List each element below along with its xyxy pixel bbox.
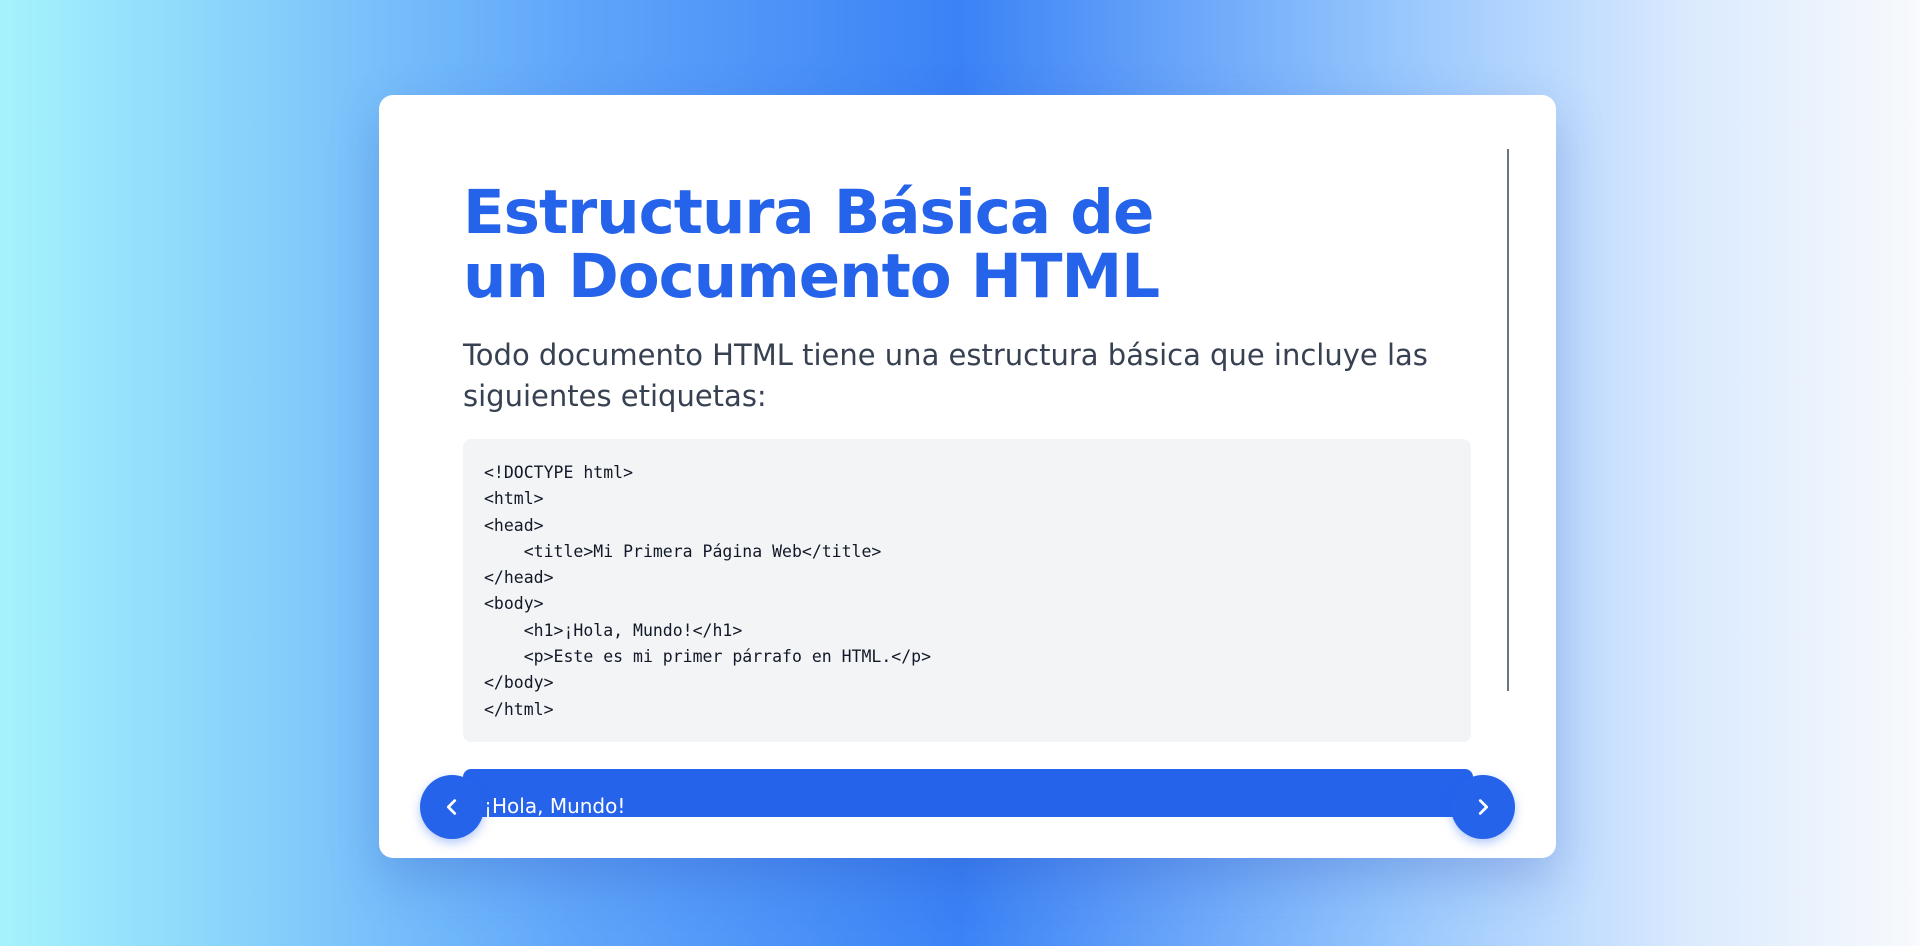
code-block: <!DOCTYPE html> <html> <head> <title>Mi … bbox=[463, 439, 1471, 742]
slide-intro: Todo documento HTML tiene una estructura… bbox=[463, 338, 1428, 413]
output-preview: ¡Hola, Mundo! bbox=[463, 769, 1473, 817]
prev-slide-button[interactable] bbox=[420, 775, 484, 839]
slide-card: Estructura Básica de un Documento HTML T… bbox=[379, 95, 1556, 858]
output-preview-text: ¡Hola, Mundo! bbox=[484, 794, 626, 817]
chevron-right-icon bbox=[1478, 799, 1489, 815]
slide-title: Estructura Básica de un Documento HTML bbox=[463, 177, 1160, 312]
scrollbar[interactable] bbox=[1507, 149, 1509, 691]
next-slide-button[interactable] bbox=[1451, 775, 1515, 839]
chevron-left-icon bbox=[446, 799, 457, 815]
slide-content: Estructura Básica de un Documento HTML T… bbox=[463, 181, 1473, 742]
